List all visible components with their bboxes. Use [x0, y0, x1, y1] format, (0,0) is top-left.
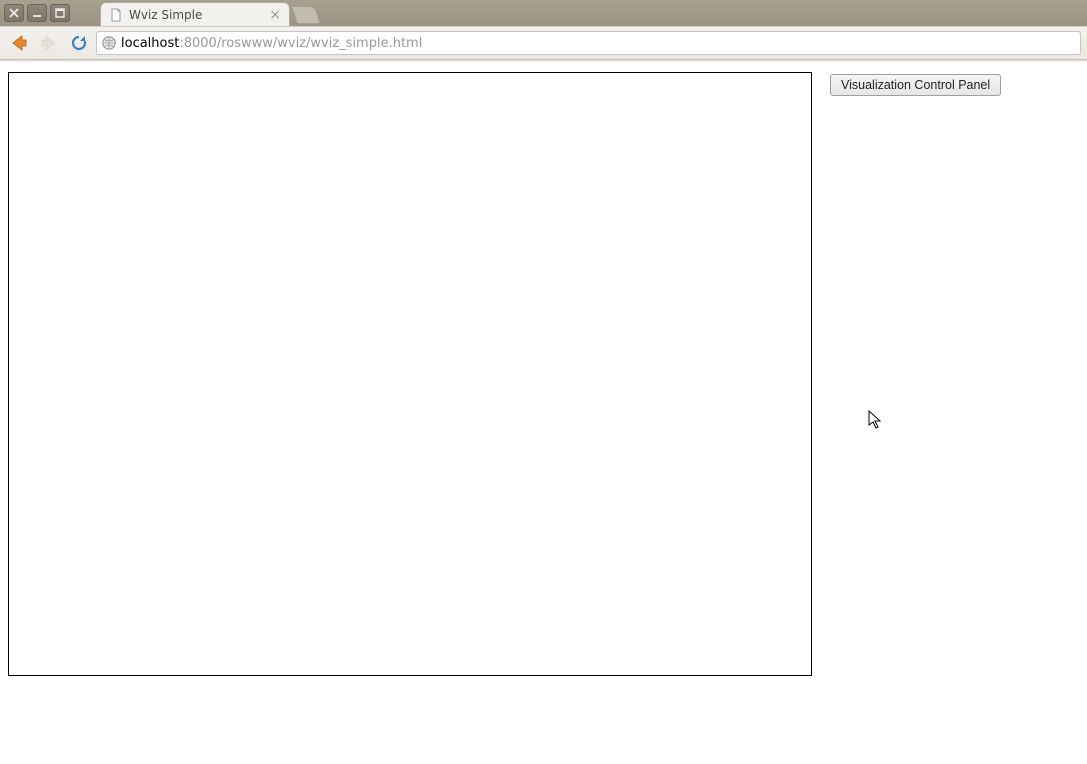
window-maximize-button[interactable]: [50, 4, 70, 22]
window-controls: [4, 4, 70, 22]
reload-button[interactable]: [66, 30, 92, 56]
tab-close-button[interactable]: ×: [269, 8, 281, 22]
tab-title: Wviz Simple: [129, 8, 202, 22]
back-button[interactable]: [6, 30, 32, 56]
address-bar[interactable]: localhost:8000/roswww/wviz/wviz_simple.h…: [96, 31, 1081, 55]
arrow-right-icon: [39, 33, 59, 53]
page-favicon-icon: [109, 8, 123, 22]
window-titlebar: Wviz Simple ×: [0, 0, 1087, 26]
visualization-control-panel-button[interactable]: Visualization Control Panel: [830, 74, 1001, 96]
window-minimize-button[interactable]: [27, 4, 47, 22]
globe-icon: [101, 35, 117, 51]
url-text: localhost:8000/roswww/wviz/wviz_simple.h…: [121, 36, 422, 51]
url-path: :8000/roswww/wviz/wviz_simple.html: [179, 36, 422, 51]
mouse-cursor-icon: [868, 410, 884, 430]
close-icon: ×: [269, 7, 281, 23]
close-icon: [9, 8, 19, 18]
tab-strip: Wviz Simple ×: [100, 0, 318, 26]
page-content: Visualization Control Panel: [0, 62, 1087, 764]
new-tab-button[interactable]: [291, 6, 321, 24]
url-host: localhost: [121, 36, 179, 51]
visualization-canvas[interactable]: [8, 72, 812, 676]
minimize-icon: [32, 8, 42, 18]
window-close-button[interactable]: [4, 4, 24, 22]
maximize-icon: [55, 8, 65, 18]
browser-tab[interactable]: Wviz Simple ×: [100, 2, 290, 26]
arrow-left-icon: [9, 33, 29, 53]
forward-button[interactable]: [36, 30, 62, 56]
browser-toolbar: localhost:8000/roswww/wviz/wviz_simple.h…: [0, 26, 1087, 60]
reload-icon: [69, 33, 89, 53]
